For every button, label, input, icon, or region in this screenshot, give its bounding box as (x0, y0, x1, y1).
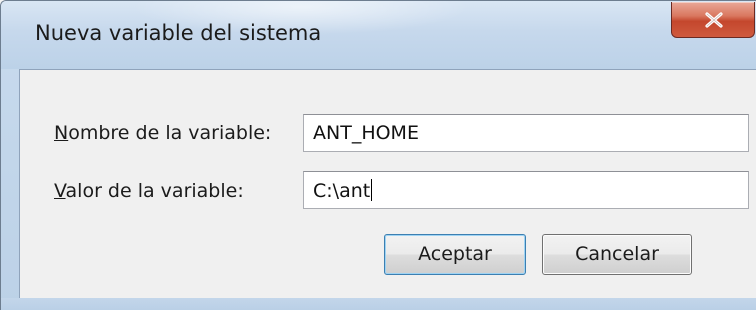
new-system-variable-dialog: Nueva variable del sistema Nombre de la … (0, 0, 756, 310)
variable-name-field[interactable]: ANT_HOME (303, 114, 749, 152)
variable-value-label: Valor de la variable: (54, 180, 244, 202)
variable-value-field[interactable]: C:\ant (303, 171, 749, 209)
variable-value-label-mnemonic: V (54, 180, 66, 202)
title-bar[interactable]: Nueva variable del sistema (1, 1, 756, 69)
variable-name-value: ANT_HOME (313, 122, 419, 144)
variable-name-label-mnemonic: N (54, 122, 69, 144)
close-icon (705, 12, 723, 28)
variable-value-value: C:\ant (313, 180, 371, 202)
variable-name-label-text: ombre de la variable: (68, 122, 272, 144)
dialog-title: Nueva variable del sistema (35, 21, 322, 45)
ok-button[interactable]: Aceptar (384, 234, 526, 275)
text-caret (371, 179, 373, 201)
variable-name-label: Nombre de la variable: (54, 122, 271, 144)
variable-value-label-text: alor de la variable: (65, 180, 244, 202)
dialog-body: Nombre de la variable: ANT_HOME Valor de… (19, 69, 756, 299)
close-button[interactable] (671, 2, 755, 38)
window-frame-bottom (1, 298, 756, 310)
cancel-button[interactable]: Cancelar (542, 234, 692, 275)
